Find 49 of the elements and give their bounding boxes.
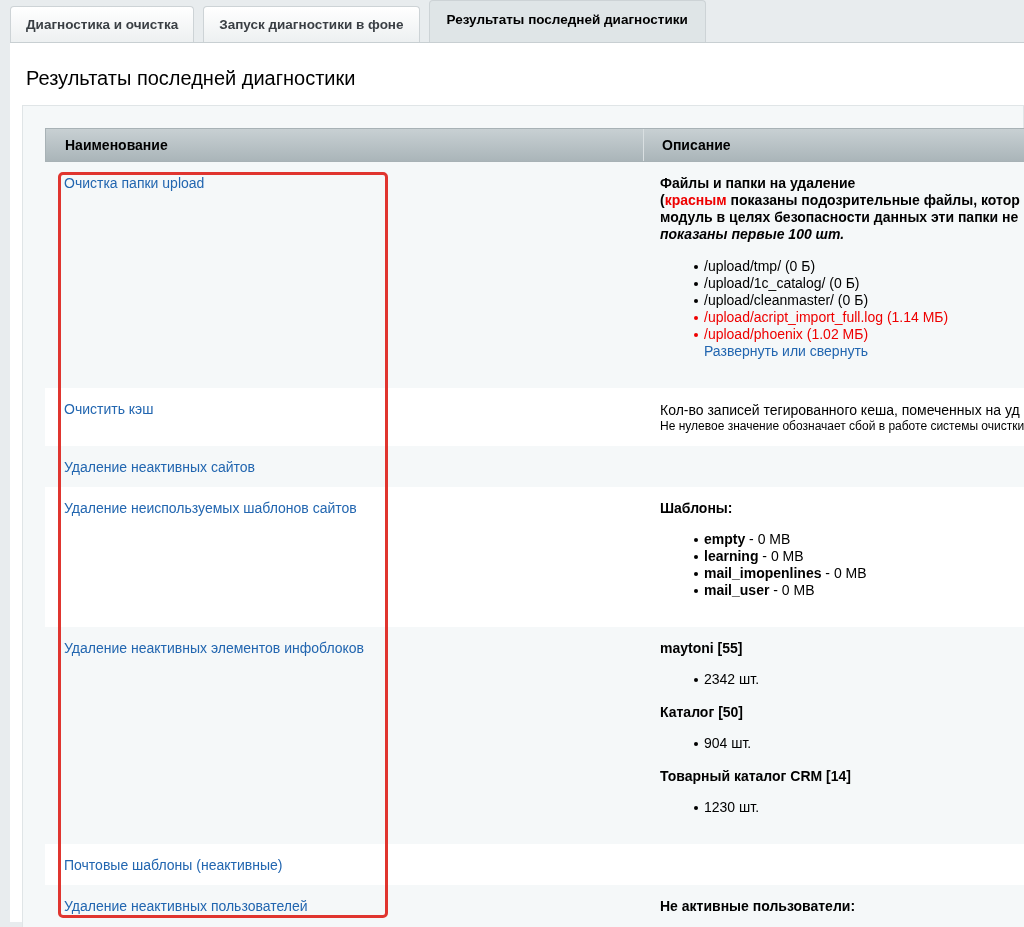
list-item: 904 шт.	[704, 735, 752, 752]
task-link[interactable]: Почтовые шаблоны (неактивные)	[64, 857, 283, 873]
bullet-icon	[694, 537, 698, 542]
group-heading: Шаблоны:	[660, 500, 734, 516]
tab[interactable]: Результаты последней диагностики	[428, 0, 706, 42]
list-item: 2342 шт.	[704, 671, 759, 688]
list-item: mail_user - 0 MB	[704, 582, 815, 599]
page-title: Результаты последней диагностики	[25, 67, 357, 90]
task-link[interactable]: Очистка папки upload	[64, 175, 205, 191]
list-item: 1230 шт.	[704, 799, 759, 816]
bullet-icon	[694, 571, 698, 576]
bullet-icon	[694, 588, 698, 593]
task-link[interactable]: Удаление неактивных сайтов	[64, 459, 255, 475]
tab[interactable]: Запуск диагностики в фоне	[203, 6, 420, 42]
bullet-icon	[694, 264, 698, 269]
tab[interactable]: Диагностика и очистка	[10, 6, 195, 42]
column-header: Наименование	[64, 136, 169, 155]
list-item: /upload/tmp/ (0 Б)	[704, 258, 816, 275]
warning-text: (красным показаны подозрительные файлы, котор	[660, 192, 1021, 209]
description-text: Файлы и папки на удаление	[660, 175, 857, 192]
bullet-icon	[694, 281, 698, 286]
description-text: Кол-во записей тегированного кеша, помеченных на уд	[660, 401, 1021, 419]
list-item: learning - 0 MB	[704, 548, 804, 565]
bullet-icon	[694, 315, 698, 320]
list-item: empty - 0 MB	[704, 531, 791, 548]
task-link[interactable]: Удаление неактивных пользователей	[64, 898, 308, 914]
list-item: /upload/phoenix (1.02 МБ)	[704, 326, 869, 343]
bullet-icon	[694, 805, 698, 810]
group-heading: maytoni [55]	[660, 640, 744, 656]
task-link[interactable]: Удаление неактивных элементов инфоблоков	[64, 640, 365, 656]
task-link[interactable]: Очистить кэш	[64, 401, 154, 417]
list-item: mail_imopenlines - 0 MB	[704, 565, 867, 582]
group-heading: Товарный каталог CRM [14]	[660, 768, 852, 784]
group-heading: Каталог [50]	[660, 704, 745, 720]
bullet-icon	[694, 677, 698, 682]
list-item: /upload/1c_catalog/ (0 Б)	[704, 275, 860, 292]
list-item: /upload/cleanmaster/ (0 Б)	[704, 292, 869, 309]
note-text: показаны первые 100 шт.	[660, 226, 846, 243]
bullet-icon	[694, 554, 698, 559]
bullet-icon	[694, 298, 698, 303]
group-heading: Не активные пользователи:	[660, 898, 857, 914]
list-item: /upload/acript_import_full.log (1.14 МБ)	[704, 309, 949, 326]
bullet-icon	[694, 332, 698, 337]
expand-link[interactable]: Развернуть или свернуть	[704, 343, 869, 360]
bullet-icon	[694, 741, 698, 746]
column-header: Описание	[643, 129, 1024, 161]
description-text: модуль в целях безопасности данных эти папки не	[660, 209, 1020, 226]
task-link[interactable]: Удаление неиспользуемых шаблонов сайтов	[64, 500, 357, 516]
hint-text: Не нулевое значение обозначает сбой в работе системы очистки	[660, 419, 1024, 434]
